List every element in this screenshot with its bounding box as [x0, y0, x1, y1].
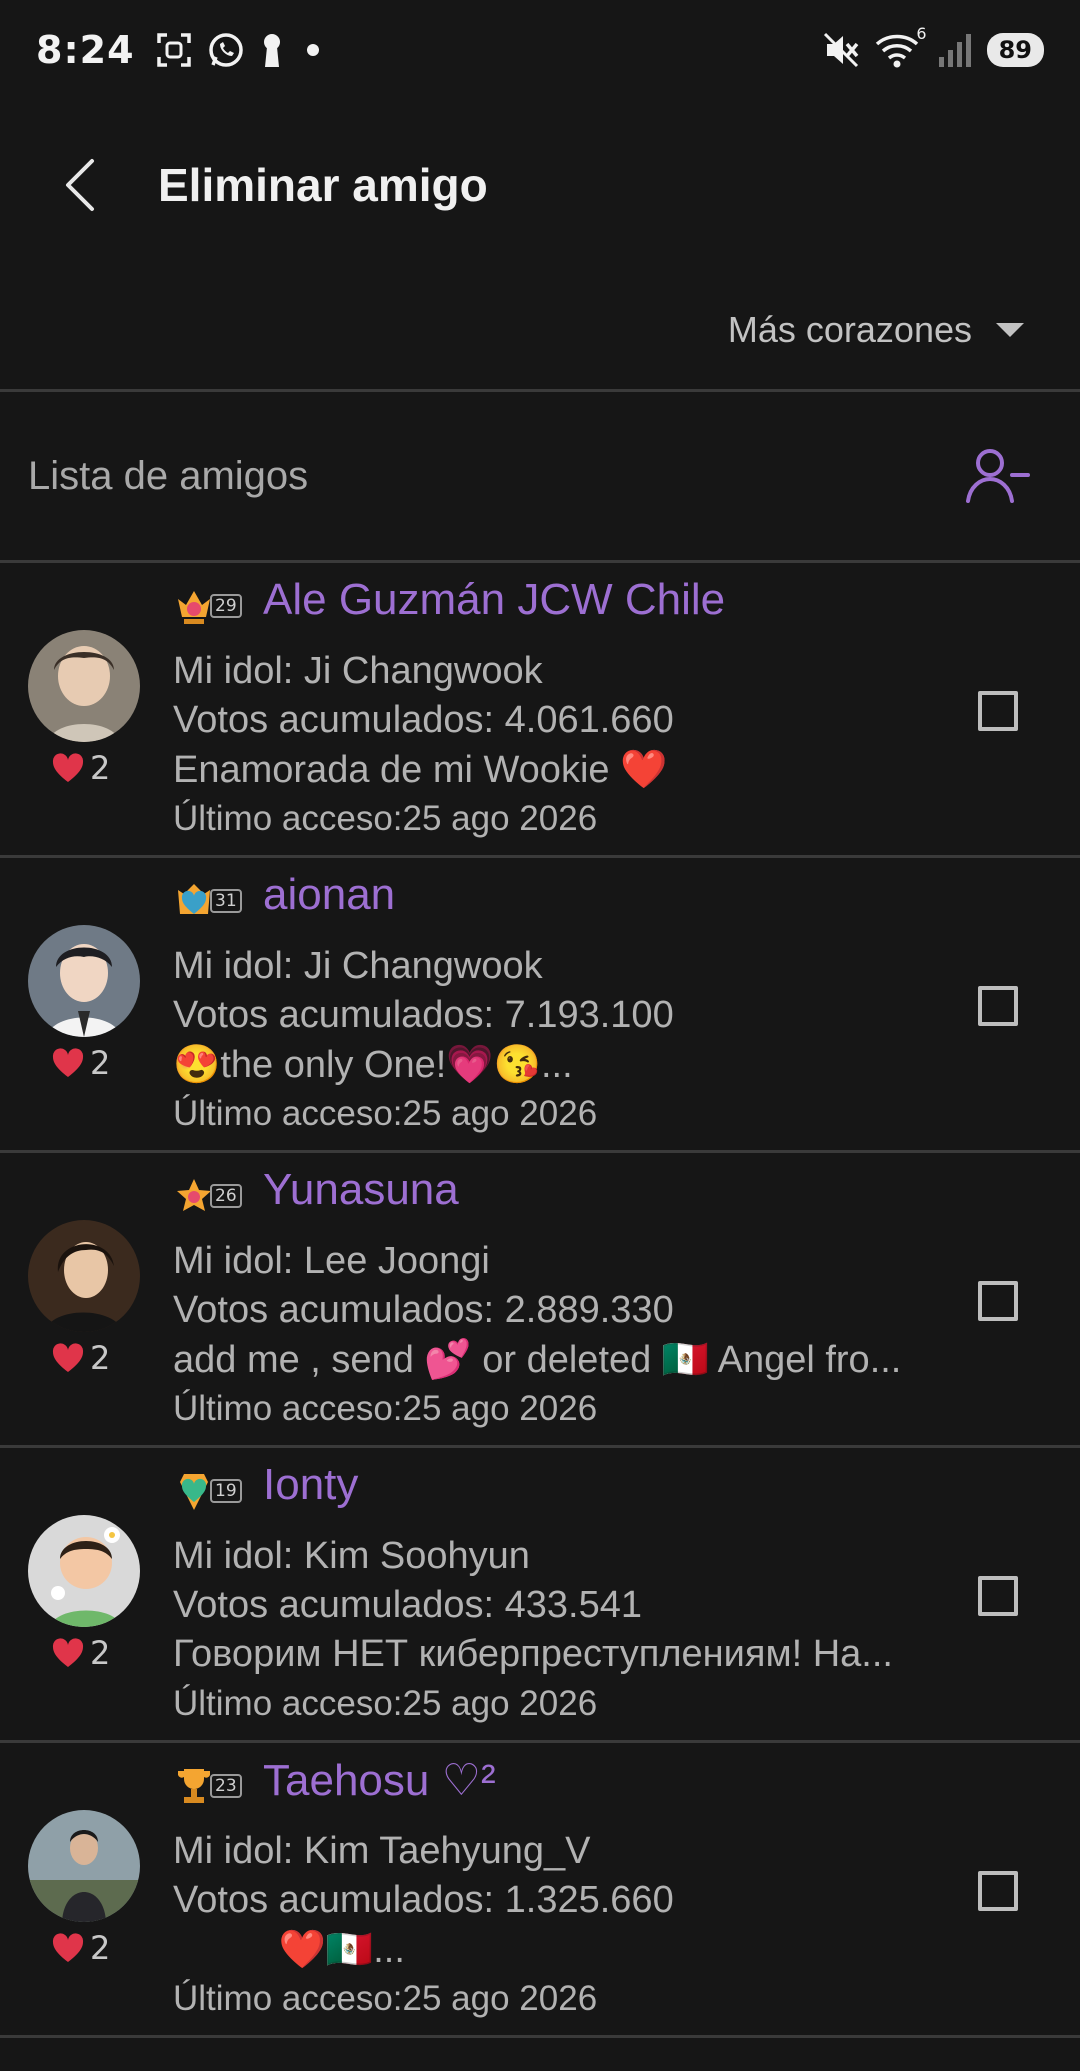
list-item[interactable]: 2 31 aionan Mi idol: Ji Changwook Votos … [0, 858, 1080, 1153]
level-number: 31 [210, 889, 242, 913]
avatar[interactable] [28, 1515, 140, 1627]
select-checkbox[interactable] [978, 986, 1018, 1026]
select-checkbox[interactable] [978, 1871, 1018, 1911]
hearts-count: 2 [52, 1929, 110, 1967]
dot-icon [306, 44, 319, 56]
friend-name[interactable]: Yunasuna [263, 1165, 459, 1215]
heart-icon [52, 753, 84, 782]
back-arrow-icon [66, 159, 94, 211]
list-title: Lista de amigos [28, 453, 309, 498]
friends-list: 2 29 Ale Guzmán JCW Chile Mi idol: Ji Ch… [0, 563, 1080, 2038]
heart-badge-icon [178, 884, 210, 914]
wifi-label: 6 [916, 24, 927, 43]
wifi-indicator: 6 [875, 24, 927, 70]
signal-icon [938, 34, 971, 67]
mute-icon [823, 32, 858, 68]
heart-icon [52, 1933, 84, 1962]
hearts-count: 2 [52, 1339, 110, 1377]
battery-indicator: 89 [986, 33, 1044, 67]
avatar[interactable] [28, 925, 140, 1037]
friend-idol: Mi idol: Kim Soohyun [173, 1535, 530, 1577]
chevron-down-icon [996, 323, 1024, 337]
friend-status: Говорим НЕТ киберпреступлениям! На... [173, 1633, 893, 1675]
friend-name[interactable]: Ionty [263, 1460, 358, 1510]
friend-last-access: Último acceso:25 ago 2026 [173, 1094, 598, 1133]
star-badge-icon [177, 1179, 211, 1211]
hearts-count: 2 [52, 1634, 110, 1672]
avatar[interactable] [28, 630, 140, 742]
status-time: 8:24 [36, 28, 135, 72]
level-badge: 23 [174, 1765, 242, 1807]
level-number: 29 [210, 594, 242, 618]
user-remove-icon [966, 449, 1030, 503]
wifi-icon [875, 34, 918, 68]
friend-last-access: Último acceso:25 ago 2026 [173, 1684, 598, 1723]
hearts-value: 2 [90, 1634, 111, 1672]
select-checkbox[interactable] [978, 691, 1018, 731]
friend-status: add me , send 💕 or deleted 🇲🇽 Angel fro.… [173, 1339, 902, 1381]
friend-idol: Mi idol: Lee Joongi [173, 1240, 490, 1282]
friend-votes: Votos acumulados: 2.889.330 [173, 1289, 674, 1331]
level-number: 26 [210, 1184, 242, 1208]
friend-name[interactable]: Ale Guzmán JCW Chile [263, 575, 725, 625]
friend-votes: Votos acumulados: 433.541 [173, 1584, 643, 1626]
hearts-value: 2 [90, 1929, 111, 1967]
hearts-count: 2 [52, 749, 110, 787]
hearts-value: 2 [90, 1044, 111, 1082]
avatar[interactable] [28, 1220, 140, 1332]
friend-idol: Mi idol: Kim Taehyung_V [173, 1830, 591, 1872]
friend-last-access: Último acceso:25 ago 2026 [173, 1389, 598, 1428]
hearts-count: 2 [52, 1044, 110, 1082]
crown-badge-icon [178, 591, 210, 624]
friend-idol: Mi idol: Ji Changwook [173, 945, 543, 987]
list-item[interactable]: 2 26 Yunasuna Mi idol: Lee Joongi Votos … [0, 1153, 1080, 1448]
friend-last-access: Último acceso:25 ago 2026 [173, 1979, 598, 2018]
trophy-badge-icon [178, 1769, 210, 1803]
list-item[interactable]: 2 19 Ionty Mi idol: Kim Soohyun Votos ac… [0, 1448, 1080, 1743]
friend-status: Enamorada de mi Wookie ❤️ [173, 749, 668, 791]
friend-name[interactable]: Taehosu ♡² [263, 1755, 496, 1806]
level-badge: 29 [174, 585, 242, 627]
back-button[interactable] [35, 140, 125, 230]
status-left-icons [155, 31, 327, 69]
list-item[interactable]: 2 29 Ale Guzmán JCW Chile Mi idol: Ji Ch… [0, 563, 1080, 858]
friend-votes: Votos acumulados: 4.061.660 [173, 699, 674, 741]
list-item[interactable]: 2 23 Taehosu ♡² Mi idol: Kim Taehyung_V … [0, 1743, 1080, 2038]
hearts-value: 2 [90, 749, 111, 787]
heart-icon [52, 1638, 84, 1667]
friend-name[interactable]: aionan [263, 870, 395, 920]
heart-icon [52, 1048, 84, 1077]
select-checkbox[interactable] [978, 1576, 1018, 1616]
level-number: 19 [210, 1479, 242, 1503]
friend-last-access: Último acceso:25 ago 2026 [173, 799, 598, 838]
select-checkbox[interactable] [978, 1281, 1018, 1321]
whatsapp-icon [208, 33, 243, 67]
level-badge: 19 [174, 1470, 242, 1512]
level-number: 23 [210, 1774, 242, 1798]
remove-friend-button[interactable] [962, 441, 1032, 511]
level-badge: 26 [174, 1175, 242, 1217]
friend-status: ❤️🇲🇽... [173, 1929, 405, 1971]
friend-votes: Votos acumulados: 1.325.660 [173, 1879, 674, 1921]
shield-badge-icon [180, 1474, 208, 1510]
level-badge: 31 [174, 880, 242, 922]
friend-idol: Mi idol: Ji Changwook [173, 650, 543, 692]
sort-dropdown[interactable]: Más corazones [0, 290, 1080, 370]
hearts-value: 2 [90, 1339, 111, 1377]
heart-icon [52, 1343, 84, 1372]
screenshot-icon [156, 33, 191, 67]
avatar[interactable] [28, 1810, 140, 1922]
status-right-icons: 6 89 [821, 24, 1044, 70]
friend-status: 😍the only One!💗😘... [173, 1044, 573, 1086]
status-bar: 8:24 6 89 [0, 0, 1080, 100]
sort-selected-label: Más corazones [727, 309, 972, 350]
keyhole-icon [263, 34, 280, 67]
app-bar: Eliminar amigo [0, 100, 1080, 270]
list-header: Lista de amigos [0, 392, 1080, 560]
friend-votes: Votos acumulados: 7.193.100 [173, 994, 674, 1036]
page-title: Eliminar amigo [158, 159, 488, 211]
